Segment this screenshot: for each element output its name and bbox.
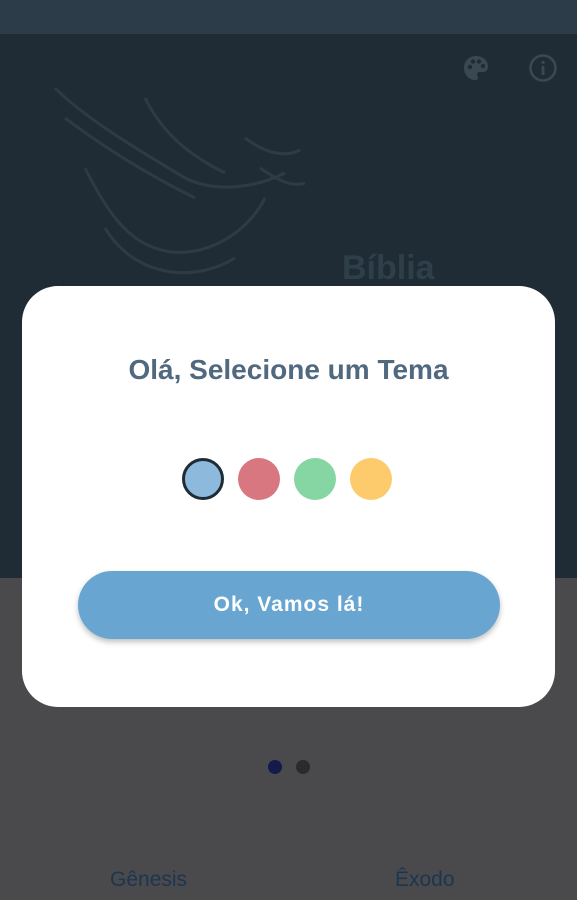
- book-tab-exodo[interactable]: Êxodo: [395, 868, 455, 892]
- page-dot-2[interactable]: [296, 760, 310, 774]
- theme-dialog: Olá, Selecione um Tema Ok, Vamos lá!: [22, 286, 555, 707]
- palette-icon[interactable]: [460, 52, 492, 84]
- page-indicator: [268, 760, 310, 774]
- ok-button[interactable]: Ok, Vamos lá!: [78, 571, 500, 639]
- status-bar: [0, 0, 577, 34]
- dialog-title: Olá, Selecione um Tema: [128, 354, 449, 385]
- theme-swatch-red[interactable]: [238, 458, 280, 500]
- info-icon[interactable]: [527, 52, 559, 84]
- theme-swatches: [182, 458, 392, 500]
- dove-logo: [53, 86, 306, 275]
- page-dot-1[interactable]: [268, 760, 282, 774]
- theme-swatch-yellow[interactable]: [350, 458, 392, 500]
- theme-swatch-green[interactable]: [294, 458, 336, 500]
- book-tab-genesis[interactable]: Gênesis: [110, 868, 187, 892]
- theme-swatch-blue[interactable]: [182, 458, 224, 500]
- app-title: Bíblia: [342, 249, 435, 287]
